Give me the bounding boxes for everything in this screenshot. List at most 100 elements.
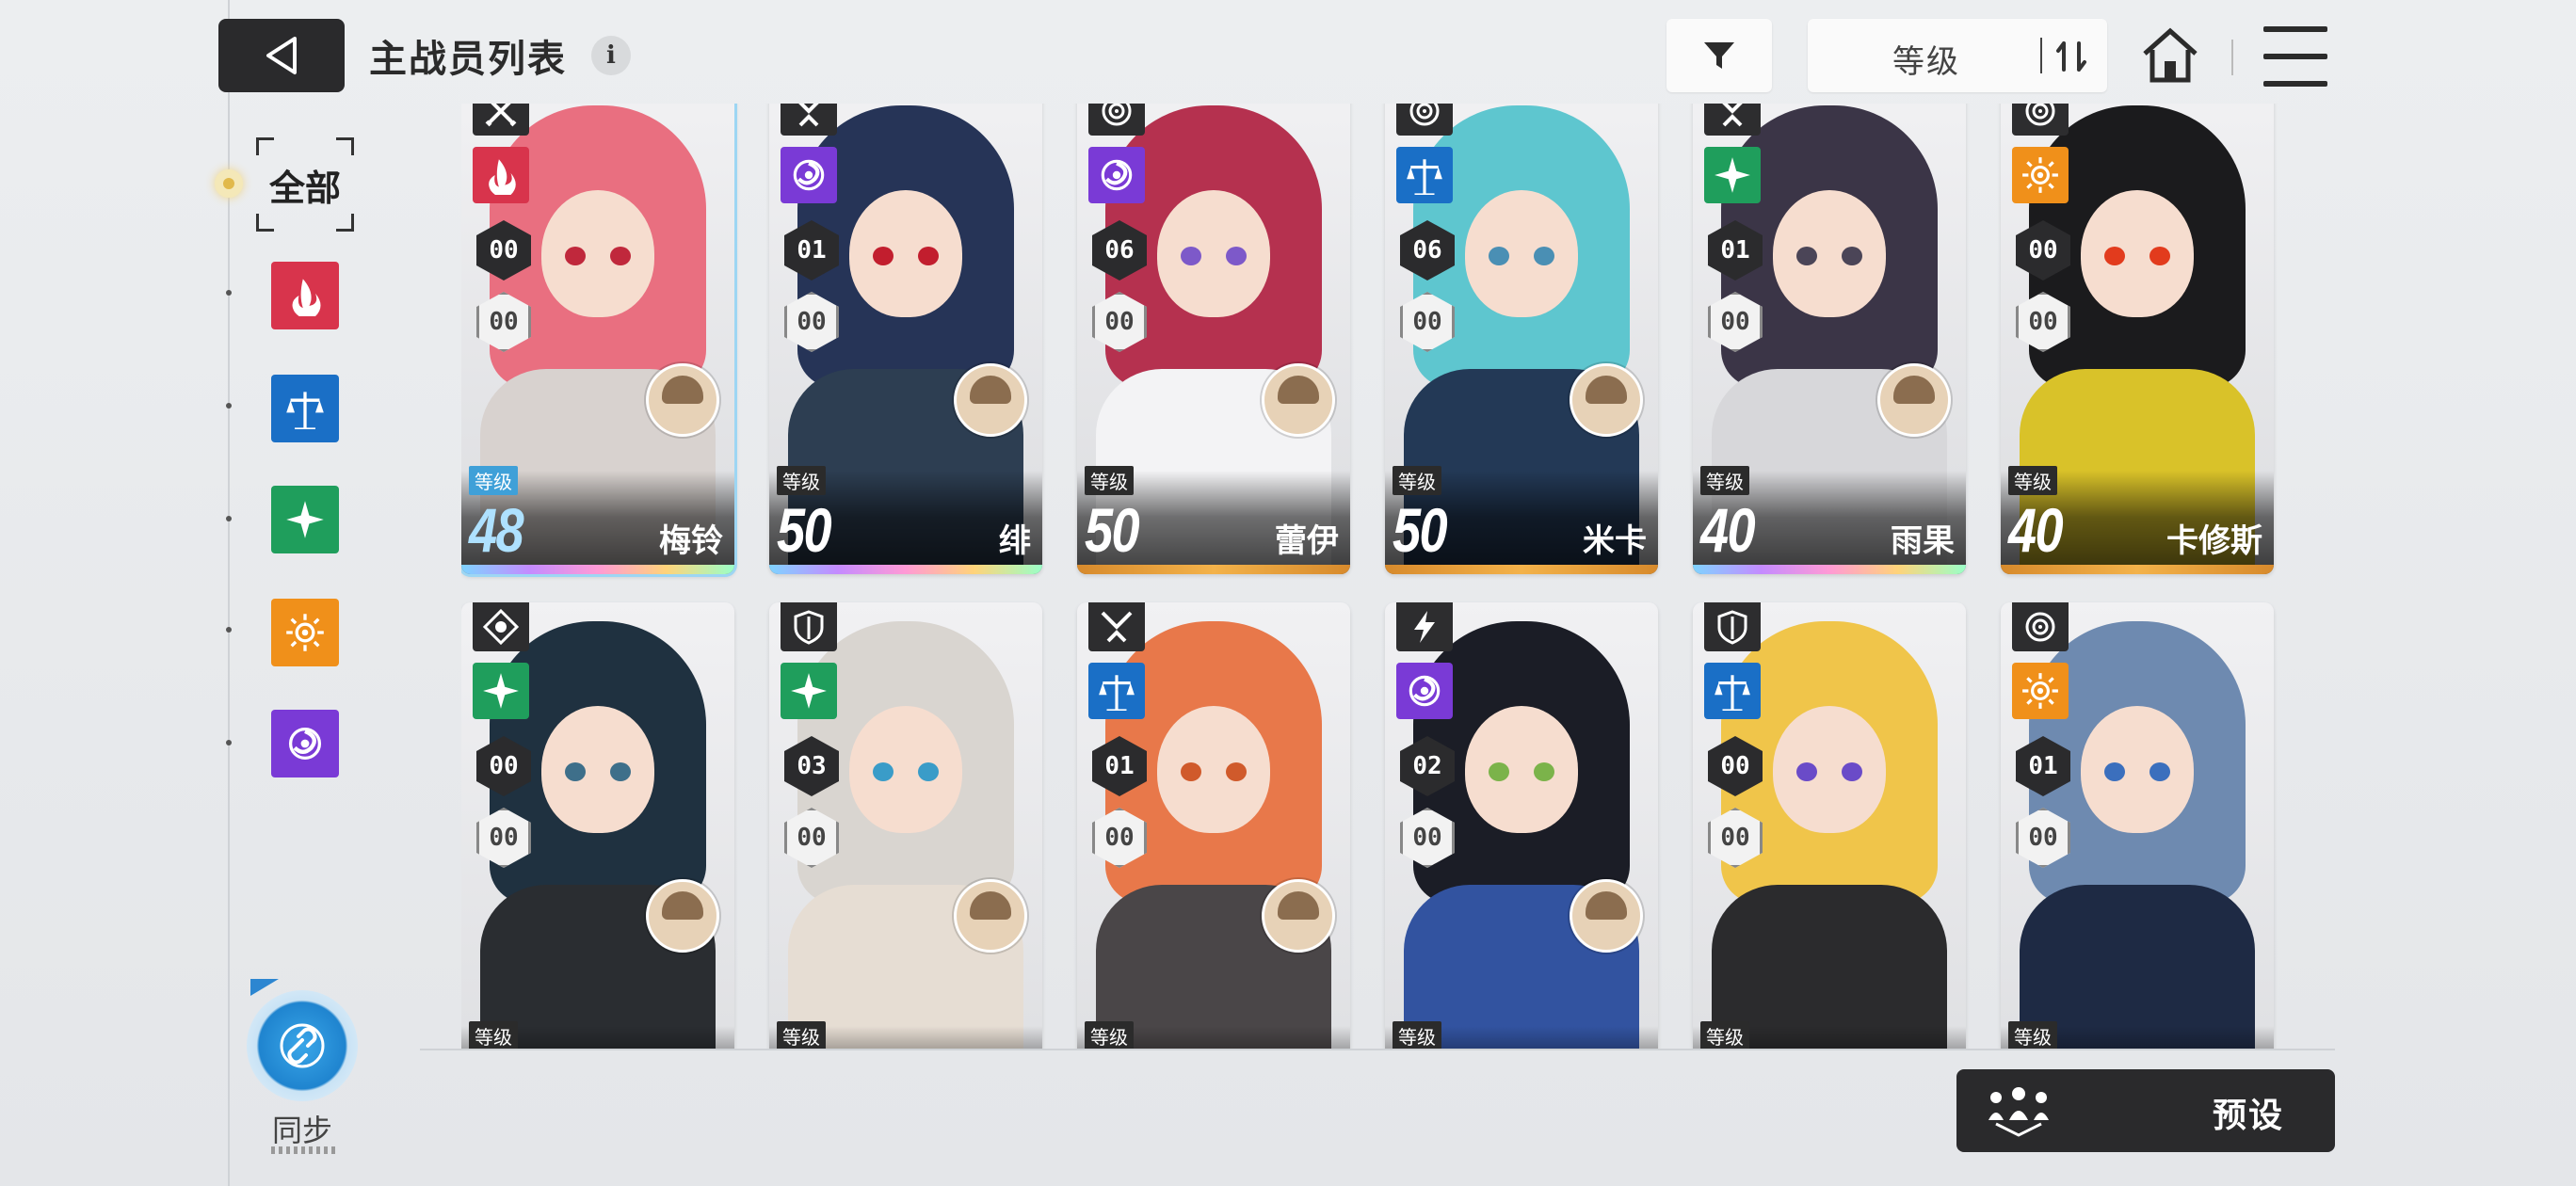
level-tag: 等级 bbox=[1393, 1021, 1441, 1049]
target-class-icon bbox=[1088, 104, 1145, 136]
support-avatar bbox=[1877, 363, 1951, 437]
support-avatar bbox=[1262, 879, 1335, 953]
back-button[interactable] bbox=[218, 19, 345, 92]
footer-divider bbox=[420, 1049, 2335, 1050]
character-grid[interactable]: 00 00 等级 48 梅铃 01 00 等级 50 绯 06 00 等级 50 蕾伊 06 00 等级 50 米卡 0… bbox=[461, 104, 2278, 1049]
level-value: 50 bbox=[1393, 495, 1448, 565]
support-avatar bbox=[646, 879, 719, 953]
level-value: 40 bbox=[1700, 495, 1756, 565]
support-avatar bbox=[954, 879, 1027, 953]
character-card[interactable]: 00 00 等级 48 梅铃 bbox=[461, 104, 734, 574]
link-icon bbox=[280, 1023, 325, 1068]
level-tag: 等级 bbox=[1700, 1021, 1749, 1049]
filter-wind-button[interactable] bbox=[271, 486, 339, 553]
active-filter-marker bbox=[215, 169, 243, 198]
header-divider bbox=[2231, 40, 2233, 75]
preset-label: 预设 bbox=[2212, 1097, 2284, 1135]
filter-radiant-button[interactable] bbox=[271, 599, 339, 666]
character-card[interactable]: 06 00 等级 50 米卡 bbox=[1385, 104, 1658, 574]
level-tag: 等级 bbox=[777, 1021, 826, 1049]
rarity-bar bbox=[461, 565, 734, 574]
sync-button[interactable] bbox=[247, 990, 358, 1101]
level-tag: 等级 bbox=[1700, 466, 1749, 495]
rarity-bar bbox=[769, 565, 1042, 574]
info-icon[interactable]: i bbox=[591, 36, 631, 75]
dual-blade-class-icon bbox=[473, 104, 529, 136]
character-card[interactable]: 0100等级01尼娅 bbox=[2001, 602, 2274, 1049]
support-avatar bbox=[1262, 363, 1335, 437]
shield-class-icon bbox=[781, 602, 837, 651]
menu-button[interactable] bbox=[2263, 26, 2327, 87]
character-card[interactable]: 0200等级10特蕾莎 bbox=[1385, 602, 1658, 1049]
level-value: 50 bbox=[777, 495, 832, 565]
rarity-bar bbox=[2001, 565, 2274, 574]
balance-attribute-icon bbox=[286, 392, 324, 429]
sort-dropdown[interactable]: 等级 bbox=[1808, 19, 2107, 92]
rarity-bar bbox=[1693, 565, 1966, 574]
level-tag: 等级 bbox=[1393, 466, 1441, 495]
character-card[interactable]: 00 00 等级 40 卡修斯 bbox=[2001, 104, 2274, 574]
page-title: 主战员列表 bbox=[369, 38, 567, 81]
rail-dot bbox=[226, 516, 232, 521]
character-card[interactable]: 0000等级30卢克 bbox=[461, 602, 734, 1049]
diamond-class-icon bbox=[473, 602, 529, 651]
character-card[interactable]: 0000等级01麦格纳 bbox=[1693, 602, 1966, 1049]
character-card[interactable]: 06 00 等级 50 蕾伊 bbox=[1077, 104, 1350, 574]
support-avatar bbox=[954, 363, 1027, 437]
level-value: 40 bbox=[2008, 495, 2064, 565]
bolt-class-icon bbox=[1396, 602, 1453, 651]
fire-attribute-icon bbox=[292, 279, 321, 316]
wind-attribute-icon bbox=[286, 501, 324, 538]
level-tag: 等级 bbox=[469, 466, 518, 495]
void-attribute-icon bbox=[1088, 147, 1145, 203]
balance-attribute-icon bbox=[1396, 147, 1453, 203]
character-card[interactable]: 0300等级30艾米尔 bbox=[769, 602, 1042, 1049]
target-class-icon bbox=[1396, 104, 1453, 136]
sync-label: 同步 bbox=[271, 1113, 332, 1148]
balance-attribute-icon bbox=[1704, 663, 1761, 719]
level-tag: 等级 bbox=[1085, 466, 1134, 495]
home-icon bbox=[2143, 27, 2198, 83]
sort-divider bbox=[2040, 38, 2042, 73]
shield-class-icon bbox=[1704, 602, 1761, 651]
void-attribute-icon bbox=[288, 727, 322, 761]
level-tag: 等级 bbox=[777, 466, 826, 495]
target-class-icon bbox=[2012, 104, 2069, 136]
character-card[interactable]: 0100等级30贝丽尔 bbox=[1077, 602, 1350, 1049]
sort-order-icon[interactable] bbox=[2051, 36, 2092, 77]
level-tag: 等级 bbox=[469, 1021, 518, 1049]
void-attribute-icon bbox=[1396, 663, 1453, 719]
filter-balance-button[interactable] bbox=[271, 375, 339, 442]
character-name: 绯 bbox=[999, 522, 1031, 560]
wind-attribute-icon bbox=[781, 663, 837, 719]
radiant-attribute-icon bbox=[2012, 147, 2069, 203]
filter-all-button[interactable]: 全部 bbox=[256, 137, 354, 232]
void-attribute-icon bbox=[781, 147, 837, 203]
sort-label: 等级 bbox=[1892, 43, 1960, 81]
character-card[interactable]: 01 00 等级 40 雨果 bbox=[1693, 104, 1966, 574]
menu-icon bbox=[2263, 26, 2327, 32]
character-name: 蕾伊 bbox=[1275, 522, 1339, 560]
target-class-icon bbox=[2012, 602, 2069, 651]
support-avatar bbox=[1570, 879, 1643, 953]
filter-void-button[interactable] bbox=[271, 710, 339, 777]
level-tag: 等级 bbox=[1085, 1021, 1134, 1049]
home-button[interactable] bbox=[2135, 21, 2205, 90]
preset-button[interactable]: 预设 bbox=[1956, 1069, 2335, 1152]
level-value: 50 bbox=[1085, 495, 1140, 565]
filter-fire-button[interactable] bbox=[271, 262, 339, 329]
sync-decoration bbox=[271, 1146, 337, 1154]
radiant-attribute-icon bbox=[2012, 663, 2069, 719]
support-avatar bbox=[1570, 363, 1643, 437]
wind-attribute-icon bbox=[473, 663, 529, 719]
rail-dot bbox=[226, 740, 232, 745]
wind-attribute-icon bbox=[1704, 147, 1761, 203]
rail-dot bbox=[226, 290, 232, 296]
support-avatar bbox=[646, 363, 719, 437]
character-name: 米卡 bbox=[1583, 522, 1647, 560]
striker-class-icon bbox=[781, 104, 837, 136]
filter-button[interactable] bbox=[1666, 19, 1772, 92]
striker-class-icon bbox=[1704, 104, 1761, 136]
rail-dot bbox=[226, 403, 232, 409]
character-card[interactable]: 01 00 等级 50 绯 bbox=[769, 104, 1042, 574]
